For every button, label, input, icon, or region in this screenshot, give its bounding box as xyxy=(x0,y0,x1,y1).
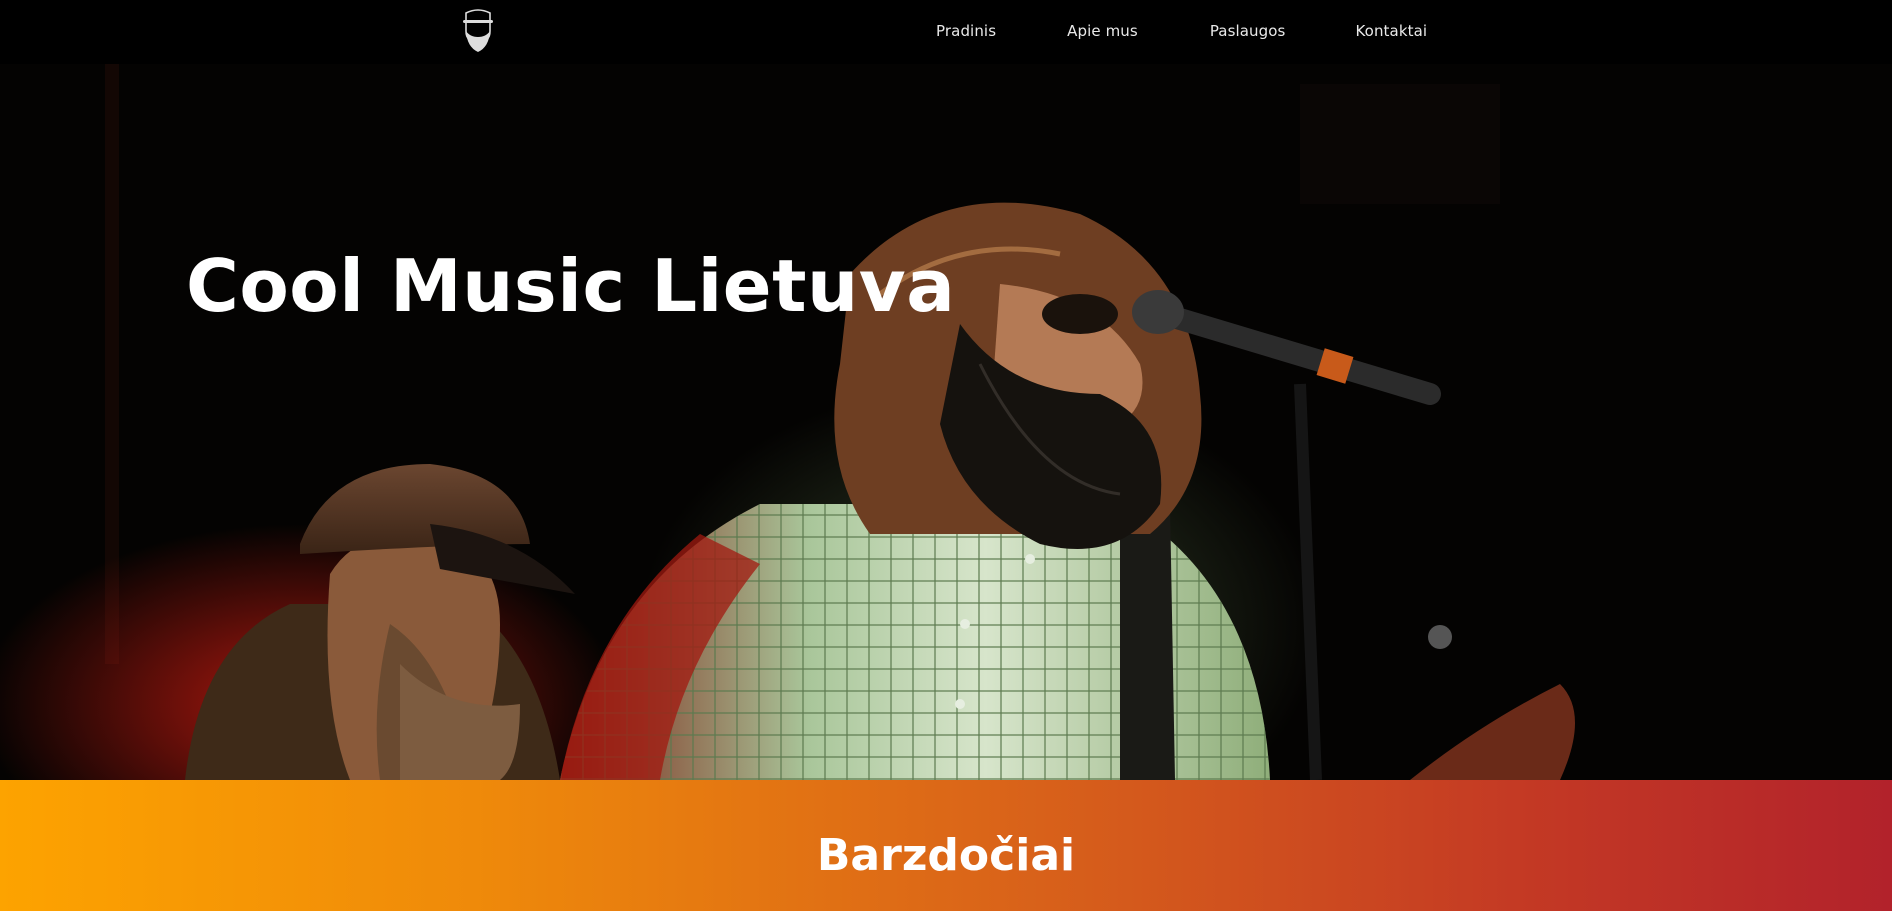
hero-title: Cool Music Lietuva xyxy=(186,244,956,328)
top-navigation: Pradinis Apie mus Paslaugos Kontaktai xyxy=(0,0,1892,64)
band-banner: Barzdočiai xyxy=(0,780,1892,911)
page: Pradinis Apie mus Paslaugos Kontaktai Co… xyxy=(0,0,1892,911)
hero-section: Cool Music Lietuva xyxy=(0,64,1892,780)
nav-link-kontaktai[interactable]: Kontaktai xyxy=(1355,22,1427,40)
nav-link-pradinis[interactable]: Pradinis xyxy=(936,22,996,40)
hero-concert-image xyxy=(0,64,1892,780)
nav-menu: Pradinis Apie mus Paslaugos Kontaktai xyxy=(936,22,1427,40)
nav-link-apie-mus[interactable]: Apie mus xyxy=(1067,22,1138,40)
nav-link-paslaugos[interactable]: Paslaugos xyxy=(1210,22,1286,40)
band-title: Barzdočiai xyxy=(816,830,1076,881)
logo-bearded-man-icon[interactable] xyxy=(460,7,496,53)
